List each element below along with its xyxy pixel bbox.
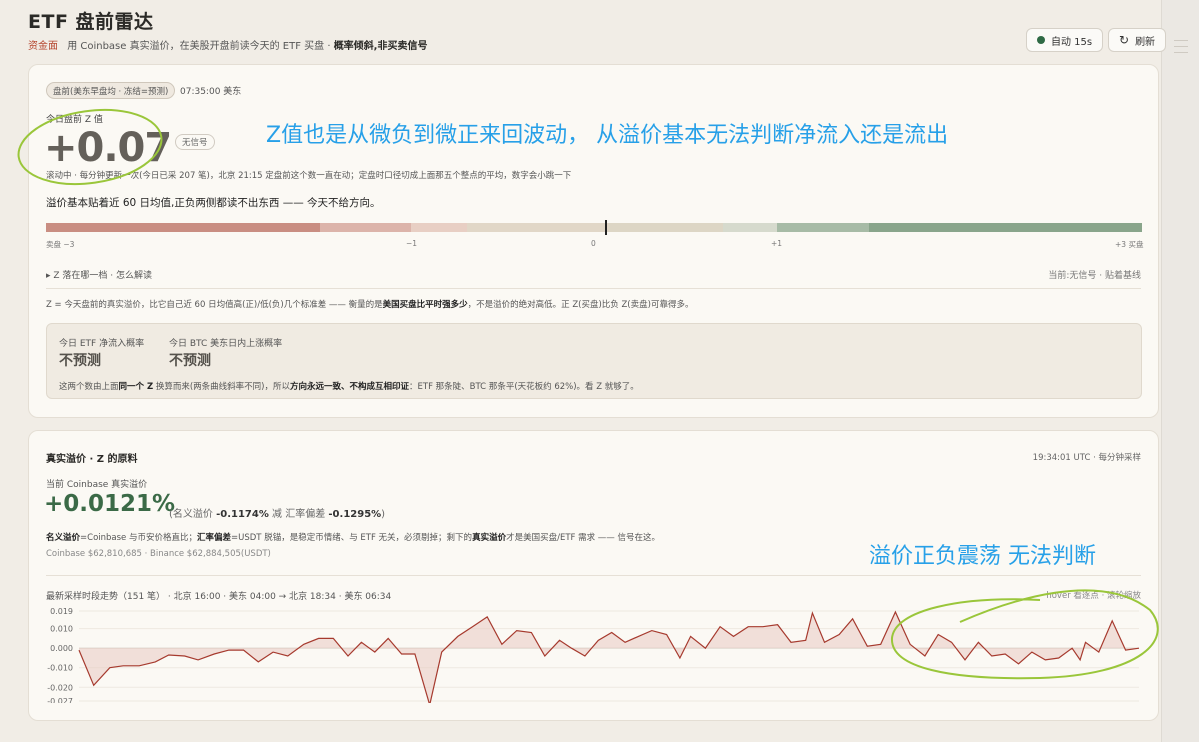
btc-prob-value: 不预测 <box>169 353 211 369</box>
annotation-z: Z值也是从微负到微正来回波动， 从溢价基本无法判断净流入还是流出 <box>266 123 949 148</box>
note-bold: 同一个 Z <box>118 382 154 392</box>
z-scale-bar <box>46 223 1142 232</box>
def-bold: 名义溢价 <box>46 533 81 543</box>
def-text: =Coinbase 与币安价格直比； <box>80 533 197 543</box>
note-text: 这两个数由上面 <box>59 382 119 392</box>
refresh-icon: ↻ <box>1119 33 1130 47</box>
z-explain-toggle[interactable]: ▸ Z 落在哪一档 · 怎么解读 <box>46 268 152 281</box>
refresh-button[interactable]: ↻ 刷新 <box>1108 28 1167 52</box>
def-text: =USDT 脱锚，是稳定币情绪、与 ETF 无关，必须剔掉；剩下的 <box>231 533 473 543</box>
divider <box>46 288 1141 289</box>
y-tick-label: -0.010 <box>47 664 73 673</box>
y-tick-label: 0.019 <box>50 607 73 616</box>
z-definition: Z = 今天盘前的真实溢价，比它自己近 60 日均值高(正)/低(负)几个标准差… <box>46 298 693 310</box>
y-tick-label: -0.027 <box>47 697 73 703</box>
subtitle-text: 用 Coinbase 真实溢价，在美股开盘前读今天的 ETF 买盘 · <box>67 41 331 52</box>
timestamp: 07:35:00 美东 <box>180 87 242 97</box>
y-tick-label: 0.010 <box>50 625 73 634</box>
def-text: Z = 今天盘前的真实溢价，比它自己近 60 日均值高(正)/低(负)几个标准差… <box>46 300 383 310</box>
def-text: 才是美国买盘/ETF 需求 —— 信号在这。 <box>506 533 661 543</box>
probability-note: 这两个数由上面同一个 Z 换算而来(两条曲线斜率不同)，所以方向永远一致、不构成… <box>59 380 639 392</box>
scale-tick: 卖盘 −3 <box>46 240 75 249</box>
z-value: +0.07 <box>44 125 172 171</box>
page-title: ETF 盘前雷达 <box>28 11 154 33</box>
btc-prob-label: 今日 BTC 美东日内上涨概率 <box>169 339 283 349</box>
auto-refresh-label: 自动 15s <box>1051 36 1093 48</box>
exchange-prices: Coinbase $62,810,685 · Binance $62,884,5… <box>46 549 271 559</box>
verdict-text: 溢价基本贴着近 60 日均值,正负两侧都读不出东西 —— 今天不给方向。 <box>46 197 381 209</box>
nominal-premium: -0.1174% <box>216 509 269 520</box>
premium-definition: 名义溢价=Coinbase 与币安价格直比；汇率偏差=USDT 脱锚，是稳定币情… <box>46 531 660 543</box>
note-text: ：ETF 那条陡、BTC 那条平(天花板约 62%)。看 Z 就够了。 <box>409 382 639 392</box>
y-tick-label: 0.000 <box>50 644 73 653</box>
z-marker <box>605 220 607 235</box>
breakdown-text: ) <box>381 509 386 520</box>
signal-badge: 无信号 <box>175 134 215 150</box>
def-bold: 美国买盘比平时强多少 <box>382 300 468 310</box>
breakdown-text: 减 汇率偏差 <box>268 509 329 520</box>
refresh-label: 刷新 <box>1135 36 1156 48</box>
scale-tick: +1 <box>771 239 783 248</box>
etf-prob-value: 不预测 <box>59 353 101 369</box>
premium-title: 真实溢价 · Z 的原料 <box>46 454 138 465</box>
premium-card: 真实溢价 · Z 的原料 19:34:01 UTC · 每分钟采样 当前 Coi… <box>28 430 1159 721</box>
premium-line-chart[interactable]: 0.0190.0100.000-0.010-0.020-0.02717:2017… <box>39 603 1149 703</box>
scale-tick: −1 <box>406 239 418 248</box>
etf-prob-label: 今日 ETF 净流入概率 <box>59 339 145 349</box>
z-label: 今日盘前 Z 值 <box>46 115 103 125</box>
y-tick-label: -0.020 <box>47 683 73 692</box>
premium-label: 当前 Coinbase 真实溢价 <box>46 480 148 490</box>
divider <box>46 575 1141 576</box>
premium-timestamp: 19:34:01 UTC · 每分钟采样 <box>1032 453 1141 463</box>
def-text: ，不是溢价的绝对高低。正 Z(买盘)比负 Z(卖盘)可靠得多。 <box>467 300 694 310</box>
trend-caption: 最新采样时段走势（151 笔） · 北京 16:00 · 美东 04:00 → … <box>46 592 392 602</box>
status-dot-icon <box>1037 36 1045 44</box>
subtitle-bold: 概率倾斜,非买卖信号 <box>333 41 428 52</box>
mode-pill: 盘前(美东早盘均 · 冻结=预测) <box>46 82 176 99</box>
scale-tick: +3 买盘 <box>1115 240 1144 249</box>
probability-box: 今日 ETF 净流入概率 不预测 今日 BTC 美东日内上涨概率 不预测 这两个… <box>46 323 1142 399</box>
note-bold: 方向永远一致、不构成互相印证 <box>289 382 409 392</box>
fx-deviation: -0.1295% <box>328 509 382 520</box>
auto-refresh-toggle[interactable]: 自动 15s <box>1026 28 1104 52</box>
current-state: 当前:无信号 · 贴着基线 <box>1048 271 1141 281</box>
premium-breakdown: (名义溢价 -0.1174% 减 汇率偏差 -0.1295%) <box>169 505 385 520</box>
annotation-premium: 溢价正负震荡 无法判断 <box>869 544 1096 569</box>
premium-value: +0.0121% <box>44 491 176 517</box>
chart-hint: hover 看逐点 · 滚轮缩放 <box>1046 591 1141 601</box>
category-tag: 资金面 <box>28 41 58 52</box>
scale-tick: 0 <box>591 239 596 248</box>
premium-area <box>79 611 1139 703</box>
note-text: 换算而来(两条曲线斜率不同)，所以 <box>153 382 290 392</box>
breakdown-text: (名义溢价 <box>169 509 217 520</box>
def-bold: 真实溢价 <box>472 533 507 543</box>
page-subtitle: 资金面 用 Coinbase 真实溢价，在美股开盘前读今天的 ETF 买盘 · … <box>28 37 428 52</box>
scroll-note: 滚动中 · 每分钟更新一次(今日已采 207 笔)，北京 21:15 定盘前这个… <box>46 171 572 181</box>
def-bold: 汇率偏差 <box>197 533 232 543</box>
window-edge <box>1161 0 1199 742</box>
premium-line <box>78 610 1140 703</box>
